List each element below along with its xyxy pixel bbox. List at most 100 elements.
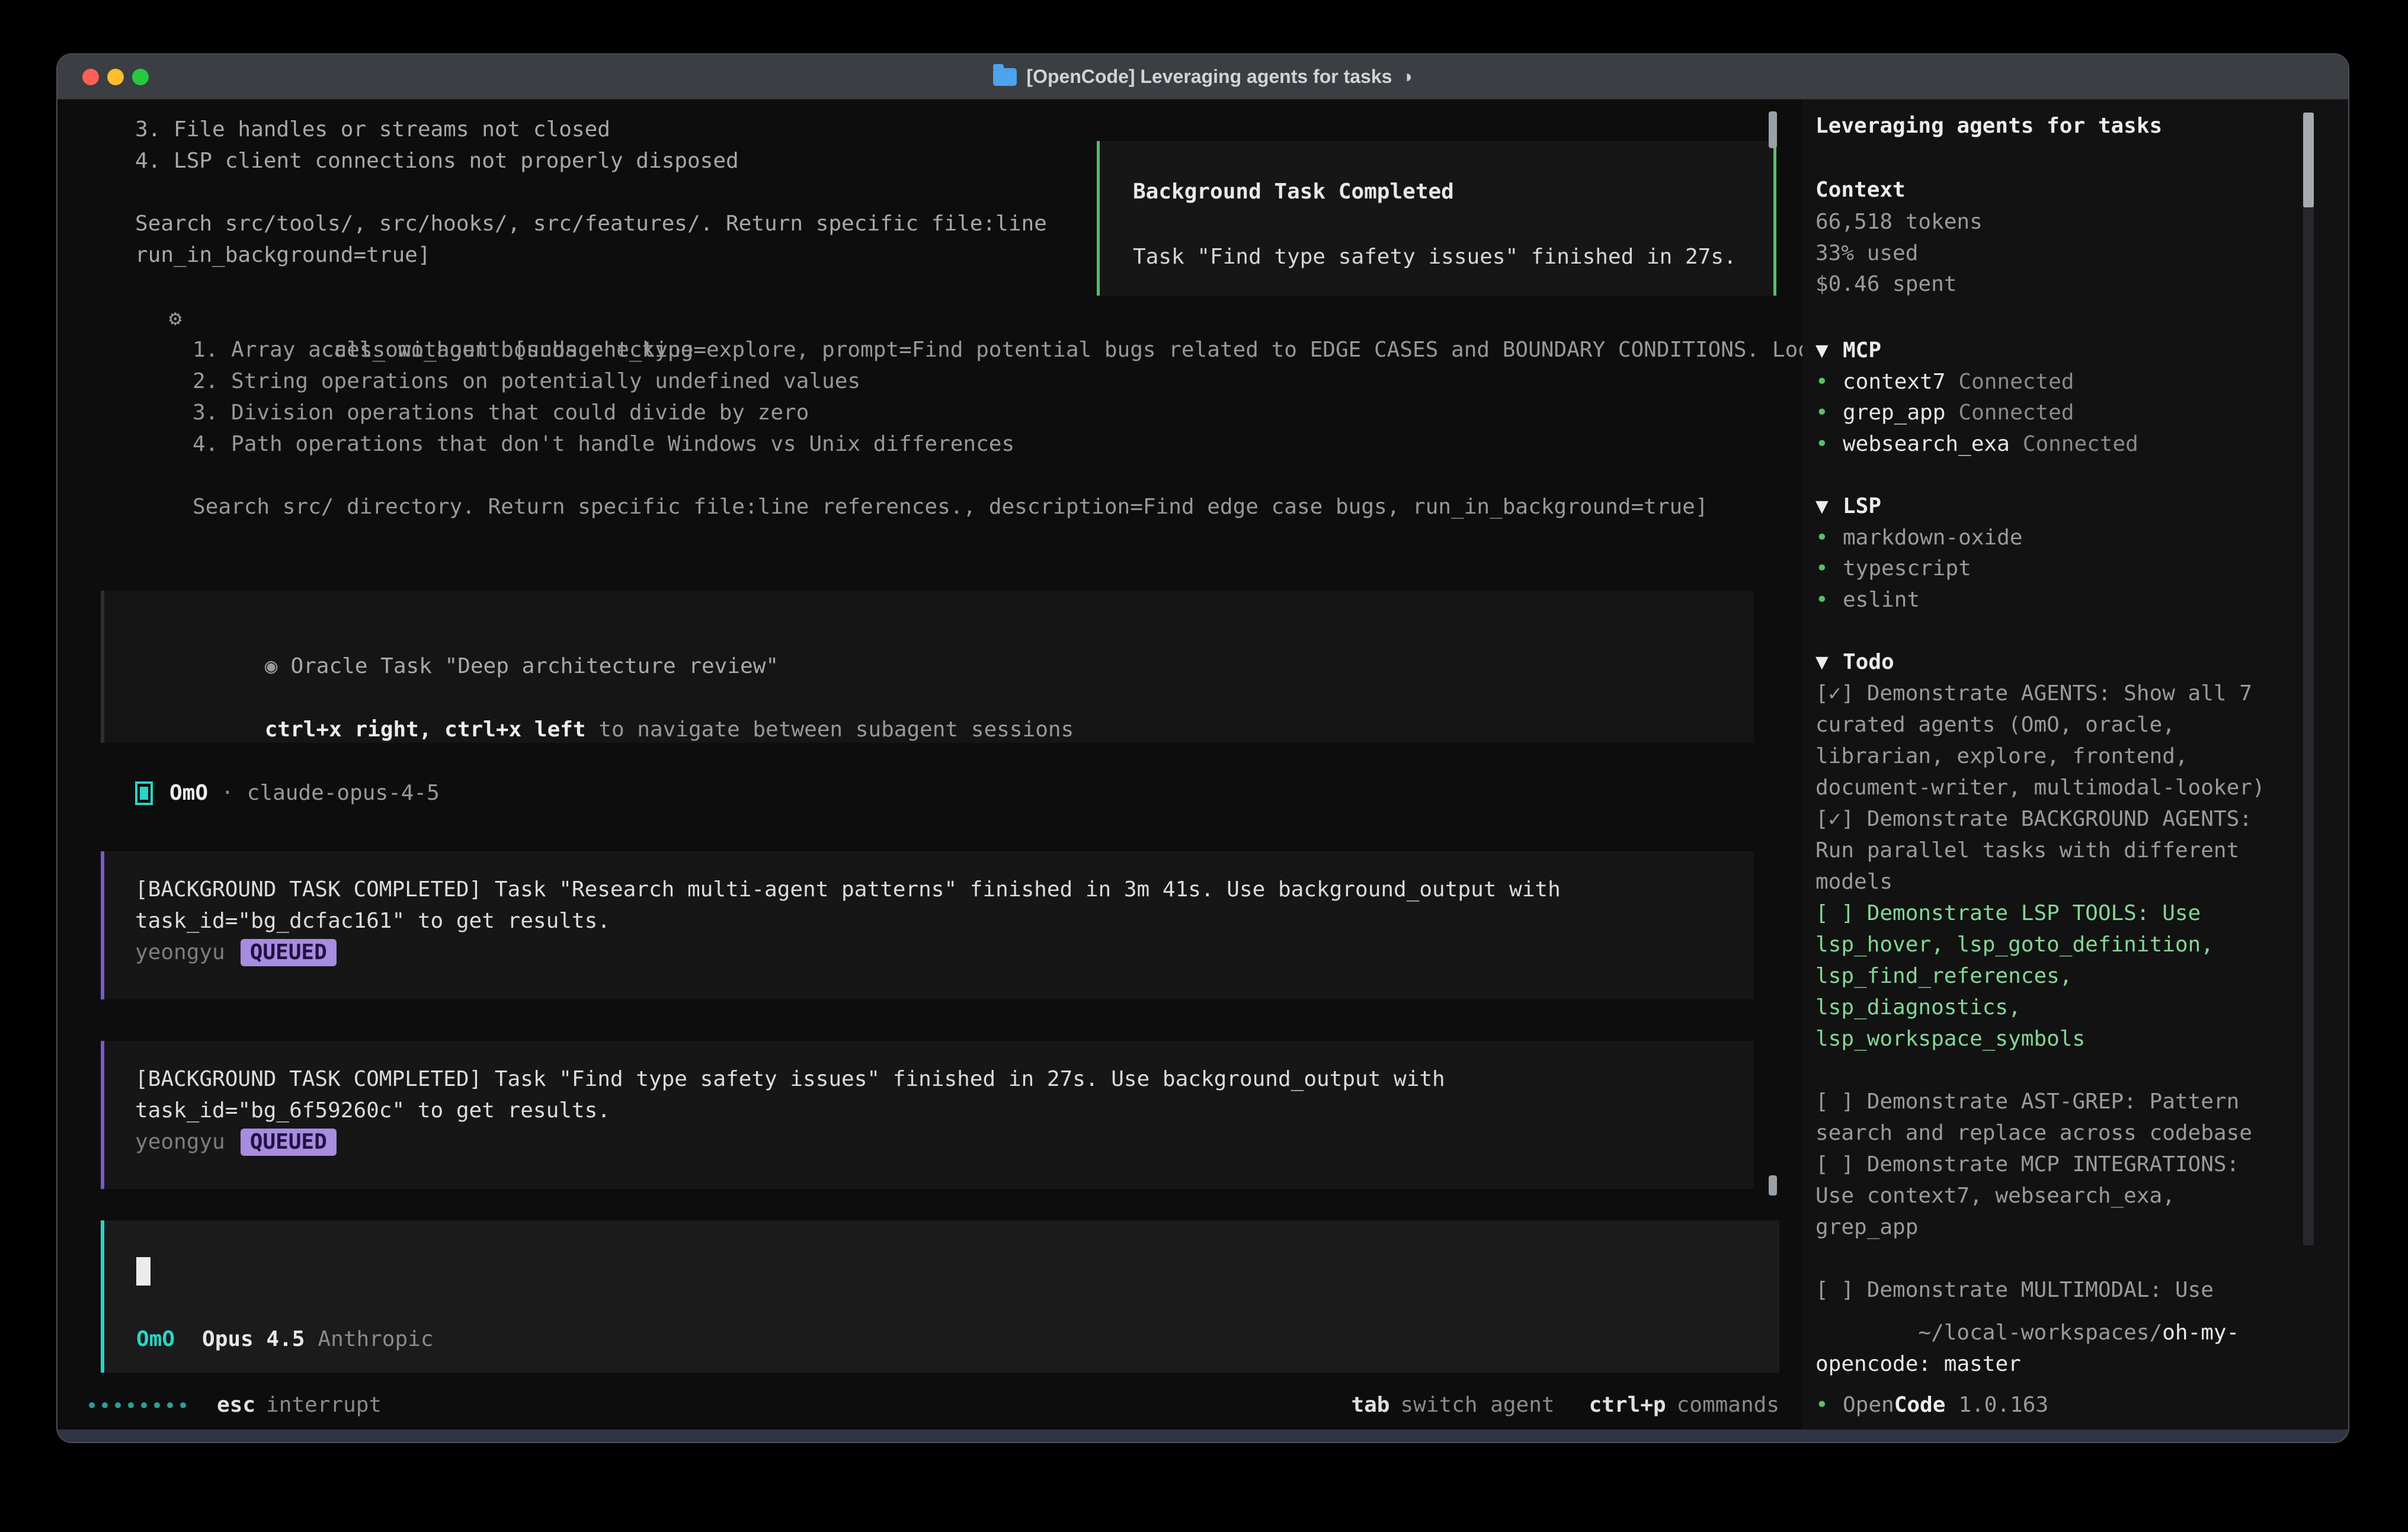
window-title-group: [OpenCode] Leveraging agents for tasks ◑	[993, 66, 1412, 88]
toast-title: Background Task Completed	[1133, 179, 1740, 205]
assistant-text-block: Search src/tools/, src/hooks/, src/featu…	[135, 208, 1047, 271]
active-agent-label: OmO	[136, 1327, 175, 1351]
session-title: Leveraging agents for tasks	[1815, 114, 2162, 138]
app-window: [OpenCode] Leveraging agents for tasks ◑…	[56, 53, 2349, 1443]
background-task-message: [BACKGROUND TASK COMPLETED] Task "Resear…	[101, 851, 1754, 999]
ctrlp-key-label: commands	[1677, 1393, 1779, 1417]
text-line: Search src/tools/, src/hooks/, src/featu…	[135, 208, 1047, 239]
activity-spinner-dots	[89, 1402, 186, 1408]
tool-call-line: ⚙call_omo_agent [subagent_type=explore, …	[193, 303, 1875, 334]
gear-icon: ⚙	[169, 303, 182, 334]
ctrlp-key-hint: ctrl+p	[1589, 1393, 1666, 1417]
text-line: 3. File handles or streams not closed	[135, 114, 739, 145]
terminal-content: 3. File handles or streams not closed 4.…	[57, 100, 2348, 1430]
agent-name: OmO	[169, 781, 208, 805]
text-cursor	[136, 1257, 150, 1286]
window-bottom-frame	[57, 1430, 2348, 1442]
chevron-down-icon: ▼	[1815, 335, 1843, 366]
opencode-version-row: • OpenCode 1.0.163	[1815, 1389, 2048, 1421]
todo-item-done: [✓] Demonstrate AGENTS: Show all 7 curat…	[1815, 678, 2289, 803]
background-task-message: [BACKGROUND TASK COMPLETED] Task "Find t…	[101, 1041, 1754, 1189]
separator-dot: ·	[221, 781, 234, 805]
session-sidebar: Leveraging agents for tasks Context 66,5…	[1802, 100, 2348, 1430]
task-message-line: [BACKGROUND TASK COMPLETED] Task "Resear…	[135, 874, 1754, 905]
toast-body: Task "Find type safety issues" finished …	[1133, 244, 1740, 270]
green-dot-icon: •	[1815, 584, 1843, 616]
lsp-item: • eslint	[1815, 584, 1920, 616]
status-bar: esc interrupt tab switch agent ctrl+p co…	[135, 1389, 1779, 1421]
chevron-down-icon: ▼	[1815, 646, 1843, 678]
status-badge: QUEUED	[241, 939, 337, 966]
chevron-down-icon: ▼	[1815, 491, 1843, 522]
tool-call-line: 2. String operations on potentially unde…	[193, 366, 1875, 397]
tool-call-line: 4. Path operations that don't handle Win…	[193, 428, 1875, 460]
tool-call-line: 3. Division operations that could divide…	[193, 397, 1875, 428]
esc-key-hint: esc	[217, 1393, 255, 1417]
shortcut-description: to navigate between subagent sessions	[586, 717, 1074, 742]
half-circle-spinner-icon: ◑	[1401, 67, 1412, 87]
shortcut-keys: ctrl+x right, ctrl+x left	[265, 717, 586, 742]
context-header: Context	[1815, 178, 1906, 202]
username: yeongyu	[135, 940, 225, 964]
task-message-line: task_id="bg_6f59260c" to get results.	[135, 1095, 1754, 1126]
tool-call-block: ⚙call_omo_agent [subagent_type=explore, …	[193, 303, 1875, 523]
oracle-shortcut-hint: ctrl+x right, ctrl+x left to navigate be…	[136, 682, 1754, 714]
green-dot-icon: •	[1815, 428, 1843, 460]
mcp-item: • websearch_exa Connected	[1815, 428, 2138, 460]
username: yeongyu	[135, 1130, 225, 1154]
esc-key-label: interrupt	[266, 1393, 382, 1417]
agent-session-header[interactable]: OmO · claude-opus-4-5	[135, 777, 440, 809]
main-scrollbar-thumb[interactable]	[1769, 1175, 1777, 1196]
green-dot-icon: •	[1815, 522, 1843, 553]
agent-model: claude-opus-4-5	[247, 781, 440, 805]
status-bar-right: tab switch agent ctrl+p commands	[1351, 1393, 1779, 1417]
oracle-task-card[interactable]: ◉Oracle Task "Deep architecture review" …	[101, 591, 1754, 743]
agent-square-icon	[135, 781, 153, 805]
provider-label: Anthropic	[318, 1327, 433, 1351]
context-spent: $0.46 spent	[1815, 272, 1956, 296]
blank-line	[193, 460, 1875, 491]
task-meta-row: yeongyu QUEUED	[135, 1126, 1754, 1158]
mcp-section-header[interactable]: ▼ MCP	[1815, 335, 1881, 366]
todo-item-current: [ ] Demonstrate LSP TOOLS: Use lsp_hover…	[1815, 898, 2289, 1055]
green-dot-icon: •	[1815, 553, 1843, 584]
todo-item-done: [✓] Demonstrate BACKGROUND AGENTS: Run p…	[1815, 803, 2289, 898]
todo-item-pending: [ ] Demonstrate MCP INTEGRATIONS: Use co…	[1815, 1149, 2289, 1243]
tab-key-label: switch agent	[1400, 1393, 1554, 1417]
tool-call-line: Search src/ directory. Return specific f…	[193, 491, 1875, 523]
mcp-item: • context7 Connected	[1815, 366, 2074, 398]
chat-main-pane: 3. File handles or streams not closed 4.…	[57, 100, 1802, 1430]
main-scrollbar-thumb[interactable]	[1769, 111, 1777, 148]
prompt-input[interactable]: OmO Opus 4.5 Anthropic	[101, 1220, 1779, 1373]
sidebar-scrollbar-thumb[interactable]	[2303, 113, 2314, 207]
context-tokens: 66,518 tokens	[1815, 210, 1983, 234]
mcp-item: • grep_app Connected	[1815, 397, 2074, 428]
task-meta-row: yeongyu QUEUED	[135, 937, 1754, 968]
green-dot-icon: •	[1815, 397, 1843, 428]
oracle-task-title: ◉Oracle Task "Deep architecture review"	[136, 619, 1754, 650]
zoom-window-button[interactable]	[132, 69, 149, 85]
active-model-label: Opus 4.5	[202, 1327, 305, 1351]
model-selector-row[interactable]: OmO Opus 4.5 Anthropic	[136, 1323, 1779, 1355]
todo-section-header[interactable]: ▼ Todo	[1815, 646, 1894, 678]
background-task-toast[interactable]: Background Task Completed Task "Find typ…	[1097, 141, 1776, 296]
assistant-text-block: 3. File handles or streams not closed 4.…	[135, 114, 739, 177]
minimize-window-button[interactable]	[107, 69, 124, 85]
lsp-item: • markdown-oxide	[1815, 522, 2022, 553]
window-title: [OpenCode] Leveraging agents for tasks	[1026, 66, 1392, 88]
green-dot-icon: •	[1815, 1389, 1843, 1421]
window-titlebar[interactable]: [OpenCode] Leveraging agents for tasks ◑	[57, 55, 2348, 100]
task-message-line: [BACKGROUND TASK COMPLETED] Task "Find t…	[135, 1063, 1754, 1095]
green-dot-icon: •	[1815, 366, 1843, 398]
todo-item-pending: [ ] Demonstrate AST-GREP: Pattern search…	[1815, 1086, 2289, 1149]
lsp-section-header[interactable]: ▼ LSP	[1815, 491, 1881, 522]
sidebar-scrollbar-track[interactable]	[2303, 113, 2314, 1245]
task-message-line: task_id="bg_dcfac161" to get results.	[135, 905, 1754, 937]
folder-icon	[993, 68, 1017, 86]
tab-key-hint: tab	[1351, 1393, 1389, 1417]
lsp-item: • typescript	[1815, 553, 1971, 584]
close-window-button[interactable]	[82, 69, 99, 85]
status-badge: QUEUED	[241, 1129, 337, 1156]
context-used: 33% used	[1815, 241, 1918, 265]
record-circle-icon: ◉	[265, 654, 278, 678]
